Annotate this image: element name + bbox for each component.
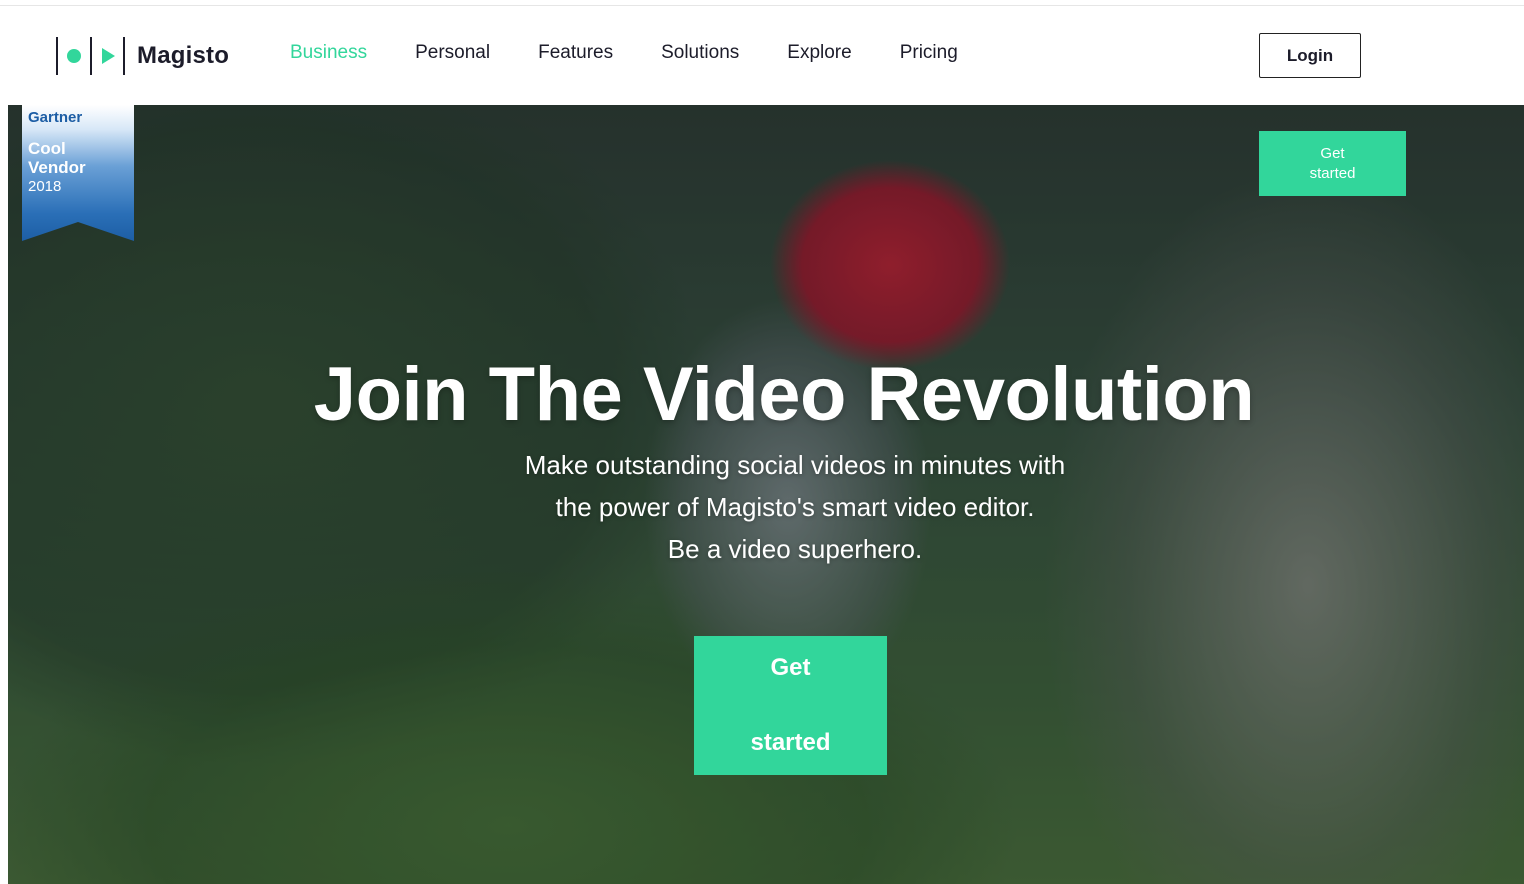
logo-bar-icon xyxy=(90,37,92,75)
logo-wordmark: Magisto xyxy=(137,42,230,69)
hero-subtext: Make outstanding social videos in minute… xyxy=(400,444,1190,570)
badge-line-1: Gartner xyxy=(28,109,83,126)
nav-item-pricing[interactable]: Pricing xyxy=(900,42,958,64)
gartner-cool-vendor-badge: Gartner Cool Vendor 2018 xyxy=(22,105,134,241)
logo-bar-icon xyxy=(56,37,58,75)
get-started-top-label: Get started xyxy=(1309,144,1356,182)
nav-item-personal[interactable]: Personal xyxy=(415,42,490,64)
nav-item-business[interactable]: Business xyxy=(290,42,367,64)
badge-line-3: 2018 xyxy=(28,178,62,195)
get-started-top-button[interactable]: Get started xyxy=(1259,131,1406,196)
nav-item-explore[interactable]: Explore xyxy=(787,42,851,64)
hero-subtext-line-3: Be a video superhero. xyxy=(667,534,923,564)
hero-headline: Join The Video Revolution xyxy=(313,351,1255,437)
logo-bar-icon xyxy=(123,37,125,75)
logo-dot-icon xyxy=(67,49,81,63)
hero-subtext-line-2: the power of Magisto's smart video edito… xyxy=(555,492,1035,522)
nav-item-features[interactable]: Features xyxy=(538,42,613,64)
main-cta-line-1: Get xyxy=(770,654,811,681)
magisto-logo[interactable]: Magisto xyxy=(56,36,229,76)
nav-item-solutions[interactable]: Solutions xyxy=(661,42,739,64)
get-started-main-button[interactable]: Get started xyxy=(694,636,887,775)
logo-play-icon xyxy=(102,48,115,64)
badge-line-2: Cool Vendor xyxy=(28,139,86,177)
top-navbar: Magisto Business Personal Features Solut… xyxy=(0,6,1524,105)
main-cta-line-2: started xyxy=(750,729,831,756)
login-button[interactable]: Login xyxy=(1259,33,1361,78)
hero-section: Gartner Cool Vendor 2018 Get started Joi… xyxy=(8,105,1524,884)
main-nav: Business Personal Features Solutions Exp… xyxy=(290,42,1006,64)
hero-subtext-line-1: Make outstanding social videos in minute… xyxy=(524,450,1066,480)
